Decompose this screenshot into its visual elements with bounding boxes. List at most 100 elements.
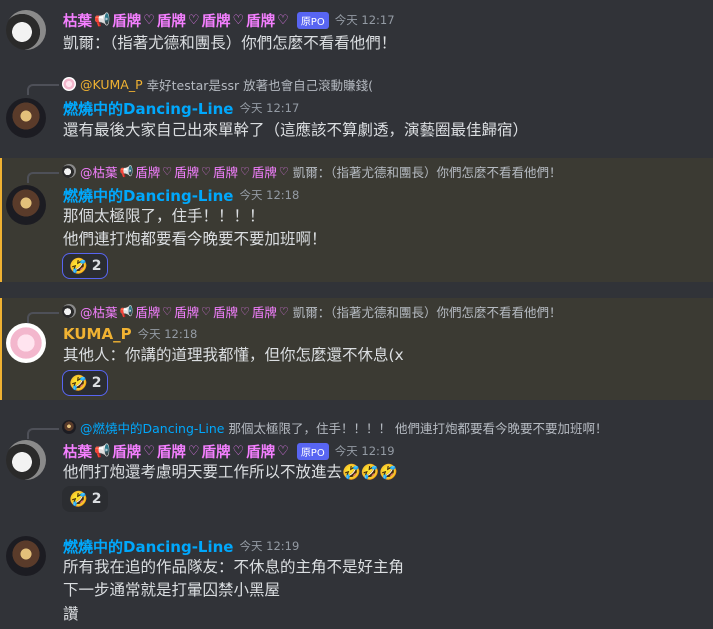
heart-icon: ♡ xyxy=(277,443,289,459)
heart-icon: ♡ xyxy=(278,304,289,318)
reply-connector xyxy=(27,312,59,323)
reply-preview[interactable]: @枯葉 📢 盾牌 ♡ 盾牌 ♡ 盾牌 ♡ 盾牌 ♡ 凱爾：（指著尤德和團長）你們… xyxy=(62,302,562,320)
avatar[interactable] xyxy=(6,536,46,576)
author-name-part: 盾牌 xyxy=(201,444,231,461)
reaction-button[interactable]: 🤣 2 xyxy=(62,370,109,396)
reply-author-part: @枯葉 xyxy=(80,164,118,180)
reply-author-part: 盾牌 xyxy=(251,164,277,180)
reply-text: 那個太極限了，住手！！！！ 他們連打炮都要看今晚要不要加班啊！ xyxy=(228,420,608,436)
message-text: 其他人：你講的道理我都懂，但你怎麼還不休息(x xyxy=(63,346,404,364)
author-name[interactable]: 燃燒中的Dancing-Line xyxy=(63,536,233,557)
timestamp[interactable]: 今天 12:17 xyxy=(335,12,395,28)
reply-text: 凱爾：（指著尤德和團長）你們怎麼不看看他們！ xyxy=(292,304,562,320)
megaphone-icon: 📢 xyxy=(119,164,134,178)
megaphone-icon: 📢 xyxy=(119,304,134,318)
avatar[interactable] xyxy=(6,10,46,50)
op-badge: 原PO xyxy=(296,442,329,460)
message-1: 枯葉 📢 盾牌 ♡ 盾牌 ♡ 盾牌 ♡ 盾牌 ♡ 原PO 今天 12:17 凱爾… xyxy=(0,0,713,62)
message-6: 燃燒中的Dancing-Line 今天 12:19 所有我在追的作品隊友：不休息… xyxy=(0,528,713,629)
reply-author[interactable]: @枯葉 📢 盾牌 ♡ 盾牌 ♡ 盾牌 ♡ 盾牌 ♡ xyxy=(80,162,289,181)
message-4: @枯葉 📢 盾牌 ♡ 盾牌 ♡ 盾牌 ♡ 盾牌 ♡ 凱爾：（指著尤德和團長）你們… xyxy=(0,298,713,400)
reaction-count: 2 xyxy=(91,258,102,274)
reply-author[interactable]: @枯葉 📢 盾牌 ♡ 盾牌 ♡ 盾牌 ♡ 盾牌 ♡ xyxy=(80,302,289,321)
message-text: 那個太極限了，住手！！！！ xyxy=(63,207,265,225)
avatar[interactable] xyxy=(6,323,46,363)
message-header: 燃燒中的Dancing-Line 今天 12:18 xyxy=(63,185,299,205)
heart-icon: ♡ xyxy=(240,164,250,178)
message-header: 枯葉 📢 盾牌 ♡ 盾牌 ♡ 盾牌 ♡ 盾牌 ♡ 原PO 今天 12:17 xyxy=(63,10,395,30)
avatar[interactable] xyxy=(6,185,46,225)
message-text-body: 他們打炮還考慮明天要工作所以不放進去 xyxy=(63,463,343,481)
timestamp[interactable]: 今天 12:17 xyxy=(239,100,299,116)
avatar[interactable] xyxy=(6,98,46,138)
reply-preview[interactable]: @枯葉 📢 盾牌 ♡ 盾牌 ♡ 盾牌 ♡ 盾牌 ♡ 凱爾：（指著尤德和團長）你們… xyxy=(62,162,562,180)
author-name[interactable]: KUMA_P xyxy=(63,325,132,343)
author-name[interactable]: 枯葉 📢 盾牌 ♡ 盾牌 ♡ 盾牌 ♡ 盾牌 ♡ xyxy=(63,441,289,462)
avatar[interactable] xyxy=(6,440,46,480)
reply-author-part: @枯葉 xyxy=(80,304,118,320)
rolling-on-floor-laughing-emoji: 🤣🤣🤣 xyxy=(342,463,399,481)
reaction-count: 2 xyxy=(91,375,102,391)
message-text: 他們連打炮都要看今晚要不要加班啊！ xyxy=(63,230,327,248)
author-name-part: 盾牌 xyxy=(112,13,142,30)
message-header: 燃燒中的Dancing-Line 今天 12:19 xyxy=(63,536,299,556)
author-name-part: 盾牌 xyxy=(201,13,231,30)
reaction-count: 2 xyxy=(91,491,102,507)
reply-preview[interactable]: @KUMA_P 幸好testar是ssr 放著也會自己滾動賺錢( xyxy=(62,75,373,93)
reply-author-part: 盾牌 xyxy=(213,164,239,180)
reply-text: 幸好testar是ssr 放著也會自己滾動賺錢( xyxy=(146,77,373,93)
reply-author-part: 盾牌 xyxy=(174,304,200,320)
author-name[interactable]: 枯葉 📢 盾牌 ♡ 盾牌 ♡ 盾牌 ♡ 盾牌 ♡ xyxy=(63,10,289,31)
reply-avatar xyxy=(62,77,76,91)
author-name-part: 枯葉 xyxy=(63,13,92,30)
heart-icon: ♡ xyxy=(232,443,245,459)
message-text: 他們打炮還考慮明天要工作所以不放進去🤣🤣🤣 xyxy=(63,461,398,483)
heart-icon: ♡ xyxy=(201,164,211,178)
message-header: 枯葉 📢 盾牌 ♡ 盾牌 ♡ 盾牌 ♡ 盾牌 ♡ 原PO 今天 12:19 xyxy=(63,441,395,461)
author-name-part: 盾牌 xyxy=(156,13,186,30)
heart-icon: ♡ xyxy=(277,12,289,28)
timestamp[interactable]: 今天 12:19 xyxy=(335,443,395,459)
message-header: 燃燒中的Dancing-Line 今天 12:17 xyxy=(63,98,299,118)
author-name-part: 枯葉 xyxy=(63,444,92,461)
op-badge: 原PO xyxy=(296,11,329,29)
reply-author[interactable]: @KUMA_P xyxy=(80,77,143,92)
message-header: KUMA_P 今天 12:18 xyxy=(63,324,197,344)
reply-preview[interactable]: @燃燒中的Dancing-Line 那個太極限了，住手！！！！ 他們連打炮都要看… xyxy=(62,418,607,436)
megaphone-icon: 📢 xyxy=(94,443,111,459)
reply-connector xyxy=(27,428,59,439)
author-name-part: 盾牌 xyxy=(246,444,276,461)
rolling-on-floor-laughing-emoji: 🤣 xyxy=(69,490,88,508)
heart-icon: ♡ xyxy=(278,164,289,178)
reply-author-part: 盾牌 xyxy=(213,304,239,320)
author-name-part: 盾牌 xyxy=(112,444,142,461)
timestamp[interactable]: 今天 12:18 xyxy=(239,187,299,203)
author-name-part: 盾牌 xyxy=(156,444,186,461)
reaction-button[interactable]: 🤣 2 xyxy=(62,486,109,512)
author-name[interactable]: 燃燒中的Dancing-Line xyxy=(63,98,233,119)
rolling-on-floor-laughing-emoji: 🤣 xyxy=(69,257,88,275)
heart-icon: ♡ xyxy=(162,304,173,318)
message-text: 所有我在追的作品隊友：不休息的主角不是好主角 xyxy=(63,558,405,576)
reply-avatar xyxy=(62,164,76,178)
message-text: 凱爾：（指著尤德和團長）你們怎麼不看看他們！ xyxy=(63,34,397,52)
reply-text: 凱爾：（指著尤德和團長）你們怎麼不看看他們！ xyxy=(292,164,562,180)
message-2: @KUMA_P 幸好testar是ssr 放著也會自己滾動賺錢( 燃燒中的Dan… xyxy=(0,70,713,152)
heart-icon: ♡ xyxy=(187,12,200,28)
reply-avatar xyxy=(62,304,76,318)
reply-author[interactable]: @燃燒中的Dancing-Line xyxy=(80,418,224,437)
timestamp[interactable]: 今天 12:18 xyxy=(138,326,198,342)
author-name[interactable]: 燃燒中的Dancing-Line xyxy=(63,185,233,206)
reply-author-part: 盾牌 xyxy=(135,164,161,180)
reply-author-part: 盾牌 xyxy=(135,304,161,320)
heart-icon: ♡ xyxy=(240,304,250,318)
reply-avatar xyxy=(62,420,76,434)
heart-icon: ♡ xyxy=(187,443,200,459)
megaphone-icon: 📢 xyxy=(94,12,111,28)
timestamp[interactable]: 今天 12:19 xyxy=(239,538,299,554)
reply-author-part: 盾牌 xyxy=(174,164,200,180)
reaction-button[interactable]: 🤣 2 xyxy=(62,253,109,279)
rolling-on-floor-laughing-emoji: 🤣 xyxy=(69,374,88,392)
heart-icon: ♡ xyxy=(232,12,245,28)
message-text: 下一步通常就是打暈囚禁小黑屋 xyxy=(63,581,281,599)
